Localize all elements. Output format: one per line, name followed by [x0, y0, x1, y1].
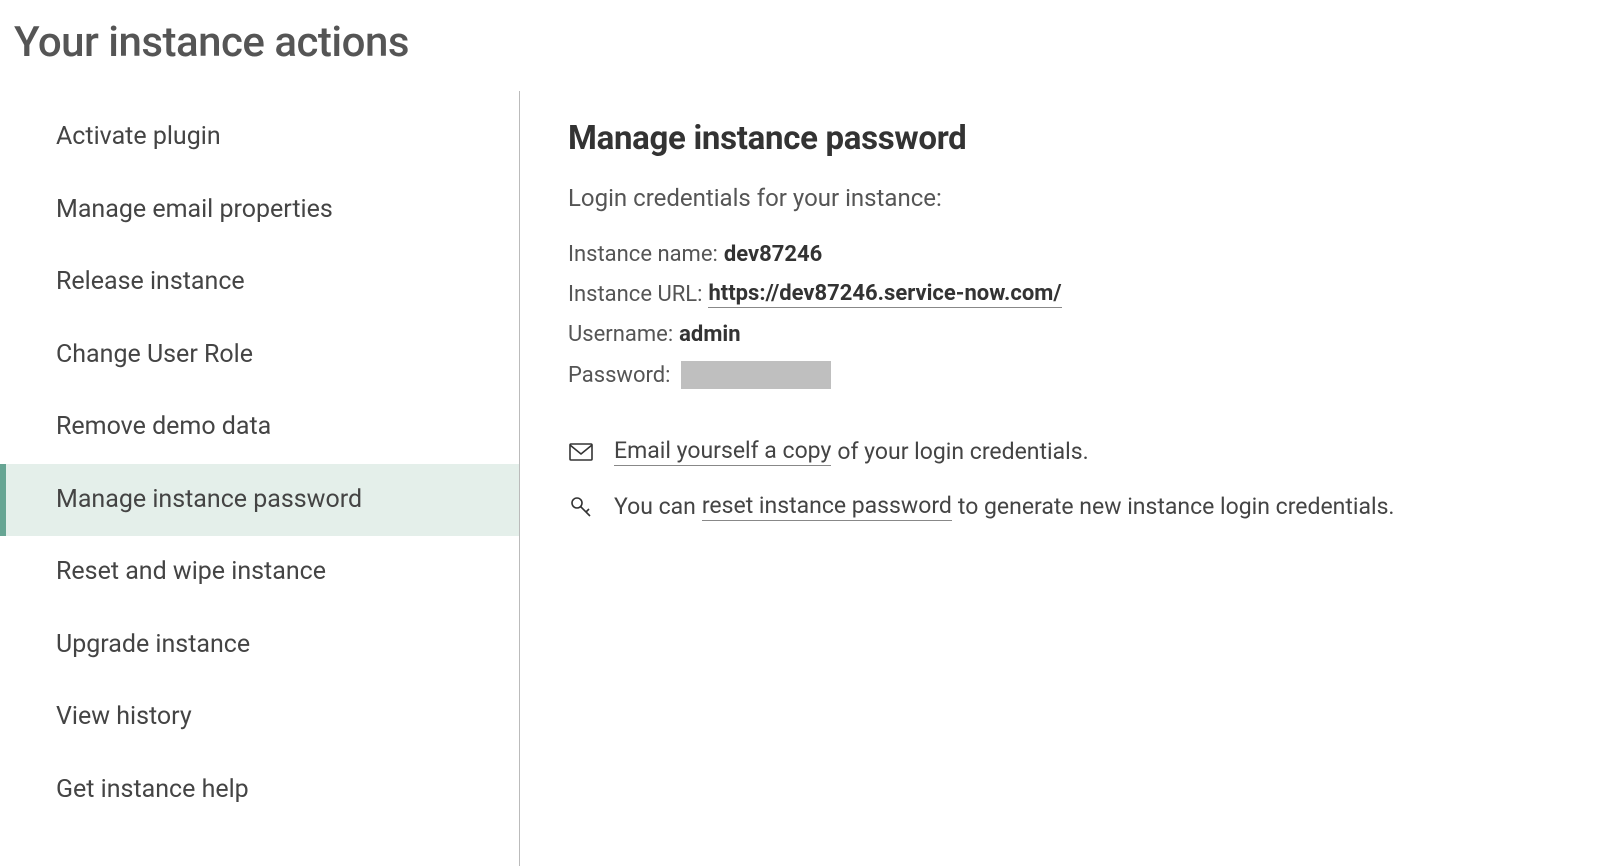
password-row: Password:: [568, 361, 1600, 389]
username-label: Username:: [568, 322, 673, 347]
instance-url-row: Instance URL: https://dev87246.service-n…: [568, 281, 1600, 308]
content-container: Activate plugin Manage email properties …: [0, 91, 1600, 866]
key-icon: [568, 494, 594, 520]
sidebar-item-get-instance-help[interactable]: Get instance help: [0, 754, 519, 827]
sidebar-item-activate-plugin[interactable]: Activate plugin: [0, 101, 519, 174]
instance-url-label: Instance URL:: [568, 282, 702, 307]
email-copy-link[interactable]: Email yourself a copy: [614, 437, 831, 466]
sidebar: Activate plugin Manage email properties …: [0, 91, 520, 866]
sidebar-item-manage-email-properties[interactable]: Manage email properties: [0, 174, 519, 247]
password-redacted-box: [681, 361, 831, 389]
instance-name-row: Instance name: dev87246: [568, 242, 1600, 267]
reset-action-suffix: to generate new instance login credentia…: [958, 493, 1395, 520]
sidebar-item-upgrade-instance[interactable]: Upgrade instance: [0, 609, 519, 682]
password-label: Password:: [568, 363, 671, 388]
email-action-row: Email yourself a copy of your login cred…: [568, 437, 1600, 466]
email-action-suffix: of your login credentials.: [837, 438, 1088, 465]
instance-name-value: dev87246: [724, 242, 822, 267]
reset-password-link[interactable]: reset instance password: [702, 492, 952, 521]
sidebar-item-remove-demo-data[interactable]: Remove demo data: [0, 391, 519, 464]
username-row: Username: admin: [568, 322, 1600, 347]
sidebar-item-release-instance[interactable]: Release instance: [0, 246, 519, 319]
sidebar-item-change-user-role[interactable]: Change User Role: [0, 319, 519, 392]
instance-url-link[interactable]: https://dev87246.service-now.com/: [708, 281, 1061, 308]
main-title: Manage instance password: [568, 119, 1600, 158]
page-title: Your instance actions: [0, 0, 1600, 91]
username-value: admin: [679, 322, 740, 347]
credentials-subtitle: Login credentials for your instance:: [568, 184, 1600, 212]
reset-action-prefix: You can: [614, 493, 696, 520]
sidebar-item-view-history[interactable]: View history: [0, 681, 519, 754]
reset-action-row: You can reset instance password to gener…: [568, 492, 1600, 521]
mail-icon: [568, 439, 594, 465]
instance-name-label: Instance name:: [568, 242, 718, 267]
sidebar-item-reset-and-wipe-instance[interactable]: Reset and wipe instance: [0, 536, 519, 609]
sidebar-item-manage-instance-password[interactable]: Manage instance password: [0, 464, 519, 537]
main-panel: Manage instance password Login credentia…: [520, 91, 1600, 866]
